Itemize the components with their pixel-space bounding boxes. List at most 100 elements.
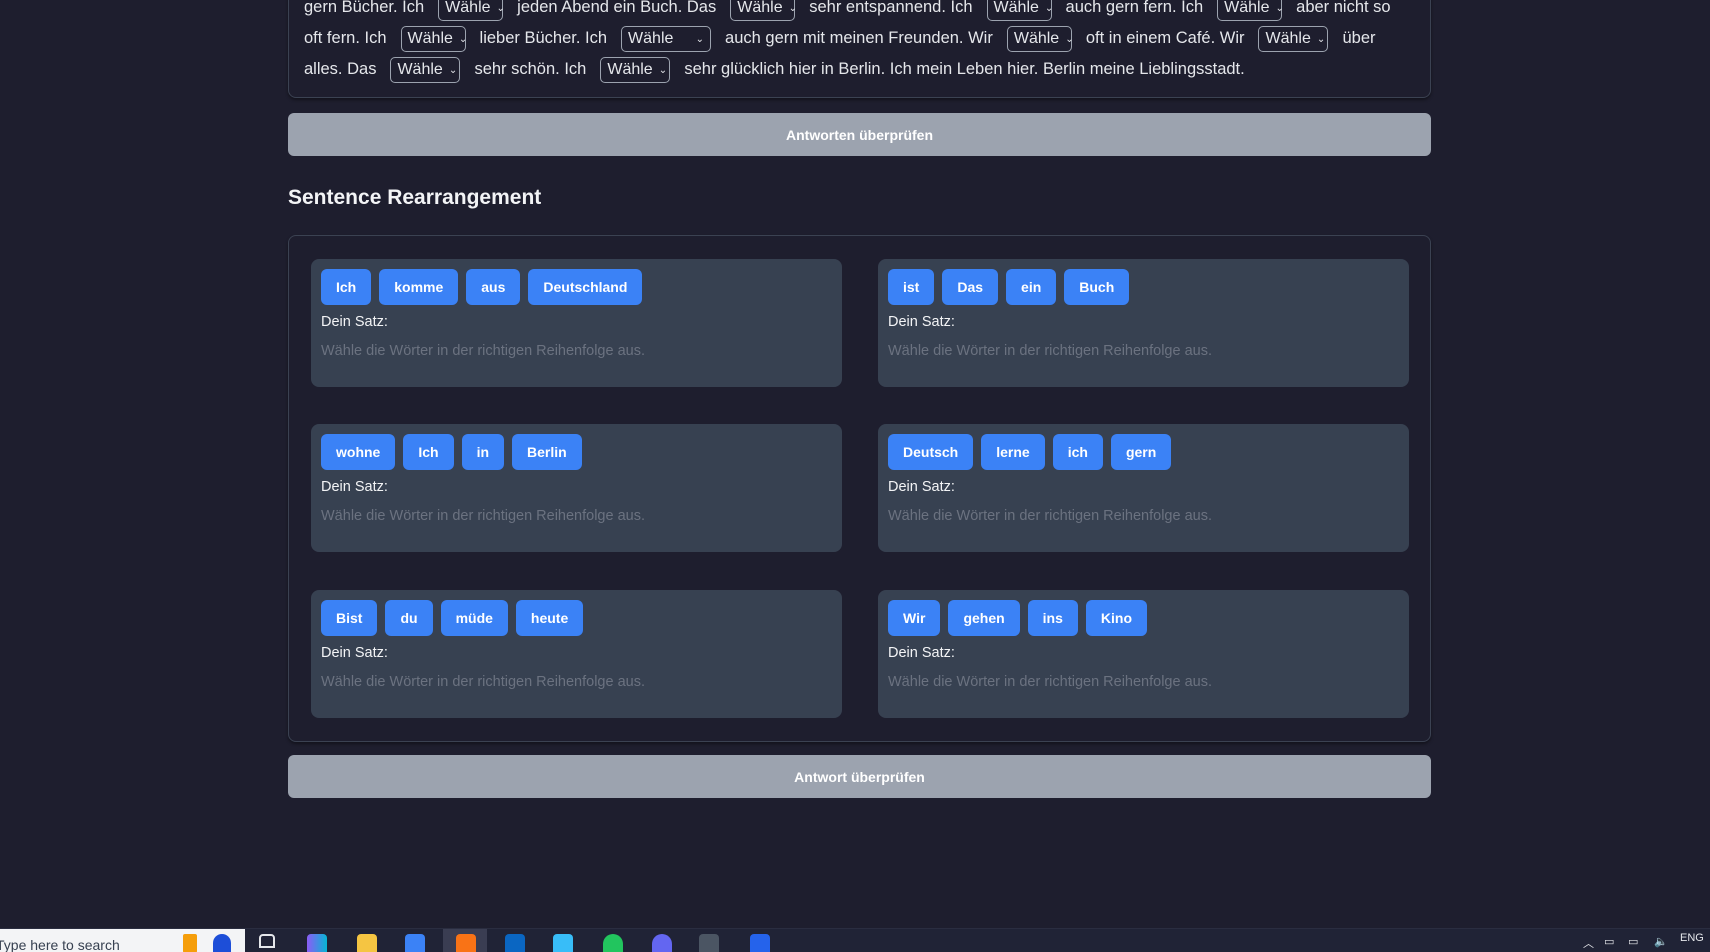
store-icon[interactable] — [405, 934, 425, 952]
word-chip[interactable]: Das — [942, 269, 999, 305]
word-bank: wohne Ich in Berlin — [321, 434, 582, 470]
word-chip[interactable]: lerne — [981, 434, 1045, 470]
cloze-exercise-card: gern Bücher. Ich Wähle ⌄ jeden Abend ein … — [288, 0, 1431, 98]
cloze-select[interactable]: Wähle ⌄ — [438, 0, 505, 21]
display-icon[interactable]: ▭ — [1628, 935, 1638, 948]
search-highlight-icon — [183, 934, 197, 952]
cloze-select[interactable]: Wähle ⌄ — [1006, 26, 1074, 52]
check-answer-button[interactable]: Antwort überprüfen — [288, 755, 1431, 798]
sentence-hint: Wähle die Wörter in der richtigen Reihen… — [321, 674, 645, 690]
cloze-select[interactable]: Wähle ⌄ — [390, 57, 461, 83]
word-chip[interactable]: Berlin — [512, 434, 582, 470]
sentence-puzzle: wohne Ich in Berlin Dein Satz: Wähle die… — [311, 424, 842, 552]
cloze-text: sehr schön. Ich — [474, 59, 587, 78]
word-chip[interactable]: du — [385, 600, 433, 636]
cloze-select[interactable]: Wähle ⌄ — [400, 26, 467, 52]
brave-browser-icon[interactable] — [456, 934, 476, 952]
cloze-text: auch gern fern. Ich — [1065, 0, 1204, 16]
search-placeholder: Type here to search — [0, 937, 120, 952]
word-chip[interactable]: ein — [1006, 269, 1057, 305]
word-chip[interactable]: Ich — [403, 434, 454, 470]
cloze-select[interactable]: Wähle ⌄ — [1258, 26, 1329, 52]
sentence-label: Dein Satz: — [888, 645, 955, 661]
word-chip[interactable]: Deutschland — [528, 269, 643, 305]
word-chip[interactable]: Kino — [1085, 600, 1148, 636]
spotify-icon[interactable] — [603, 934, 623, 952]
cloze-text: sehr glücklich hier in Berlin. Ich mein … — [684, 59, 1245, 78]
tray-chevron-icon[interactable]: ︿ — [1583, 935, 1594, 951]
sentence-puzzle: Ich komme aus Deutschland Dein Satz: Wäh… — [311, 259, 842, 387]
check-answers-button[interactable]: Antworten überprüfen — [288, 113, 1431, 156]
cloze-text: auch gern mit meinen Freunden. Wir — [725, 28, 993, 47]
word-chip[interactable]: ins — [1027, 600, 1078, 636]
cloze-text: über — [1342, 28, 1376, 47]
word-chip[interactable]: heute — [515, 600, 584, 636]
word-bank: Deutsch lerne ich gern — [888, 434, 1172, 470]
sentence-puzzle: ist Das ein Buch Dein Satz: Wähle die Wö… — [878, 259, 1409, 387]
sentence-hint: Wähle die Wörter in der richtigen Reihen… — [888, 674, 1212, 690]
sentence-label: Dein Satz: — [888, 479, 955, 495]
sentence-puzzle: Wir gehen ins Kino Dein Satz: Wähle die … — [878, 590, 1409, 718]
cloze-line-3: alles. Das Wähle ⌄ sehr schön. Ich Wähle ⌄… — [304, 56, 1245, 83]
word-bank: ist Das ein Buch — [888, 269, 1130, 305]
word-chip[interactable]: Wir — [888, 600, 941, 636]
cloze-select[interactable]: Wähle ⌄ — [730, 0, 797, 21]
sentence-puzzle: Bist du müde heute Dein Satz: Wähle die … — [311, 590, 842, 718]
terminal-icon[interactable] — [699, 934, 719, 952]
cloze-text: gern Bücher. Ich — [304, 0, 425, 16]
cloze-line-2: oft fern. Ich Wähle ⌄ lieber Bücher. Ich … — [304, 25, 1376, 52]
cloze-select[interactable]: Wähle ⌄ — [600, 57, 671, 83]
sentence-hint: Wähle die Wörter in der richtigen Reihen… — [321, 343, 645, 359]
sentence-puzzle: Deutsch lerne ich gern Dein Satz: Wähle … — [878, 424, 1409, 552]
sentence-hint: Wähle die Wörter in der richtigen Reihen… — [888, 343, 1212, 359]
sentence-label: Dein Satz: — [321, 314, 388, 330]
discord-icon[interactable] — [652, 934, 672, 952]
cloze-select[interactable]: Wähle ⌄ — [1217, 0, 1284, 21]
section-title: Sentence Rearrangement — [288, 186, 542, 209]
word-chip[interactable]: Deutsch — [888, 434, 974, 470]
word-chip[interactable]: Ich — [321, 269, 372, 305]
news-widget-icon[interactable] — [213, 934, 231, 952]
word-chip[interactable]: aus — [466, 269, 521, 305]
sentence-hint: Wähle die Wörter in der richtigen Reihen… — [321, 508, 645, 524]
sentence-label: Dein Satz: — [888, 314, 955, 330]
word-bank: Bist du müde heute — [321, 600, 584, 636]
file-explorer-icon[interactable] — [357, 934, 377, 952]
app-icon[interactable] — [553, 934, 573, 952]
word-bank: Wir gehen ins Kino — [888, 600, 1148, 636]
cloze-text: lieber Bücher. Ich — [479, 28, 608, 47]
word-chip[interactable]: ist — [888, 269, 935, 305]
word-chip[interactable]: in — [461, 434, 505, 470]
word-chip[interactable]: gehen — [948, 600, 1020, 636]
word-chip[interactable]: Buch — [1064, 269, 1130, 305]
cloze-line-1: gern Bücher. Ich Wähle ⌄ jeden Abend ein … — [304, 0, 1391, 21]
cloze-select[interactable]: Wähle ⌄ — [621, 26, 712, 52]
sentence-label: Dein Satz: — [321, 645, 388, 661]
cloze-text: jeden Abend ein Buch. Das — [517, 0, 717, 16]
word-chip[interactable]: komme — [379, 269, 459, 305]
cloze-text: aber nicht so — [1296, 0, 1391, 16]
word-chip[interactable]: müde — [440, 600, 508, 636]
cloze-select[interactable]: Wähle ⌄ — [986, 0, 1053, 21]
outlook-icon[interactable] — [505, 934, 525, 952]
cloze-text: sehr entspannend. Ich — [809, 0, 973, 16]
sentence-rearrangement-card: Ich komme aus Deutschland Dein Satz: Wäh… — [288, 235, 1431, 742]
word-chip[interactable]: ich — [1052, 434, 1103, 470]
language-indicator[interactable]: ENG — [1680, 932, 1704, 944]
task-view-icon[interactable] — [259, 934, 275, 948]
network-icon[interactable]: ▭ — [1604, 935, 1614, 948]
cloze-text: oft in einem Café. Wir — [1085, 28, 1245, 47]
word-chip[interactable]: Bist — [321, 600, 378, 636]
word-bank: Ich komme aus Deutschland — [321, 269, 643, 305]
volume-icon[interactable]: 🔈 — [1654, 935, 1668, 948]
copilot-icon[interactable] — [307, 934, 327, 952]
sentence-label: Dein Satz: — [321, 479, 388, 495]
word-chip[interactable]: wohne — [321, 434, 396, 470]
sentence-hint: Wähle die Wörter in der richtigen Reihen… — [888, 508, 1212, 524]
taskbar: Type here to search ︿ ▭ ▭ 🔈 ENG — [0, 928, 1710, 952]
word-chip[interactable]: gern — [1110, 434, 1172, 470]
cloze-text: oft fern. Ich — [304, 28, 387, 47]
cloze-text: alles. Das — [304, 59, 377, 78]
vscode-icon[interactable] — [750, 934, 770, 952]
taskbar-search-box[interactable]: Type here to search — [0, 929, 245, 952]
